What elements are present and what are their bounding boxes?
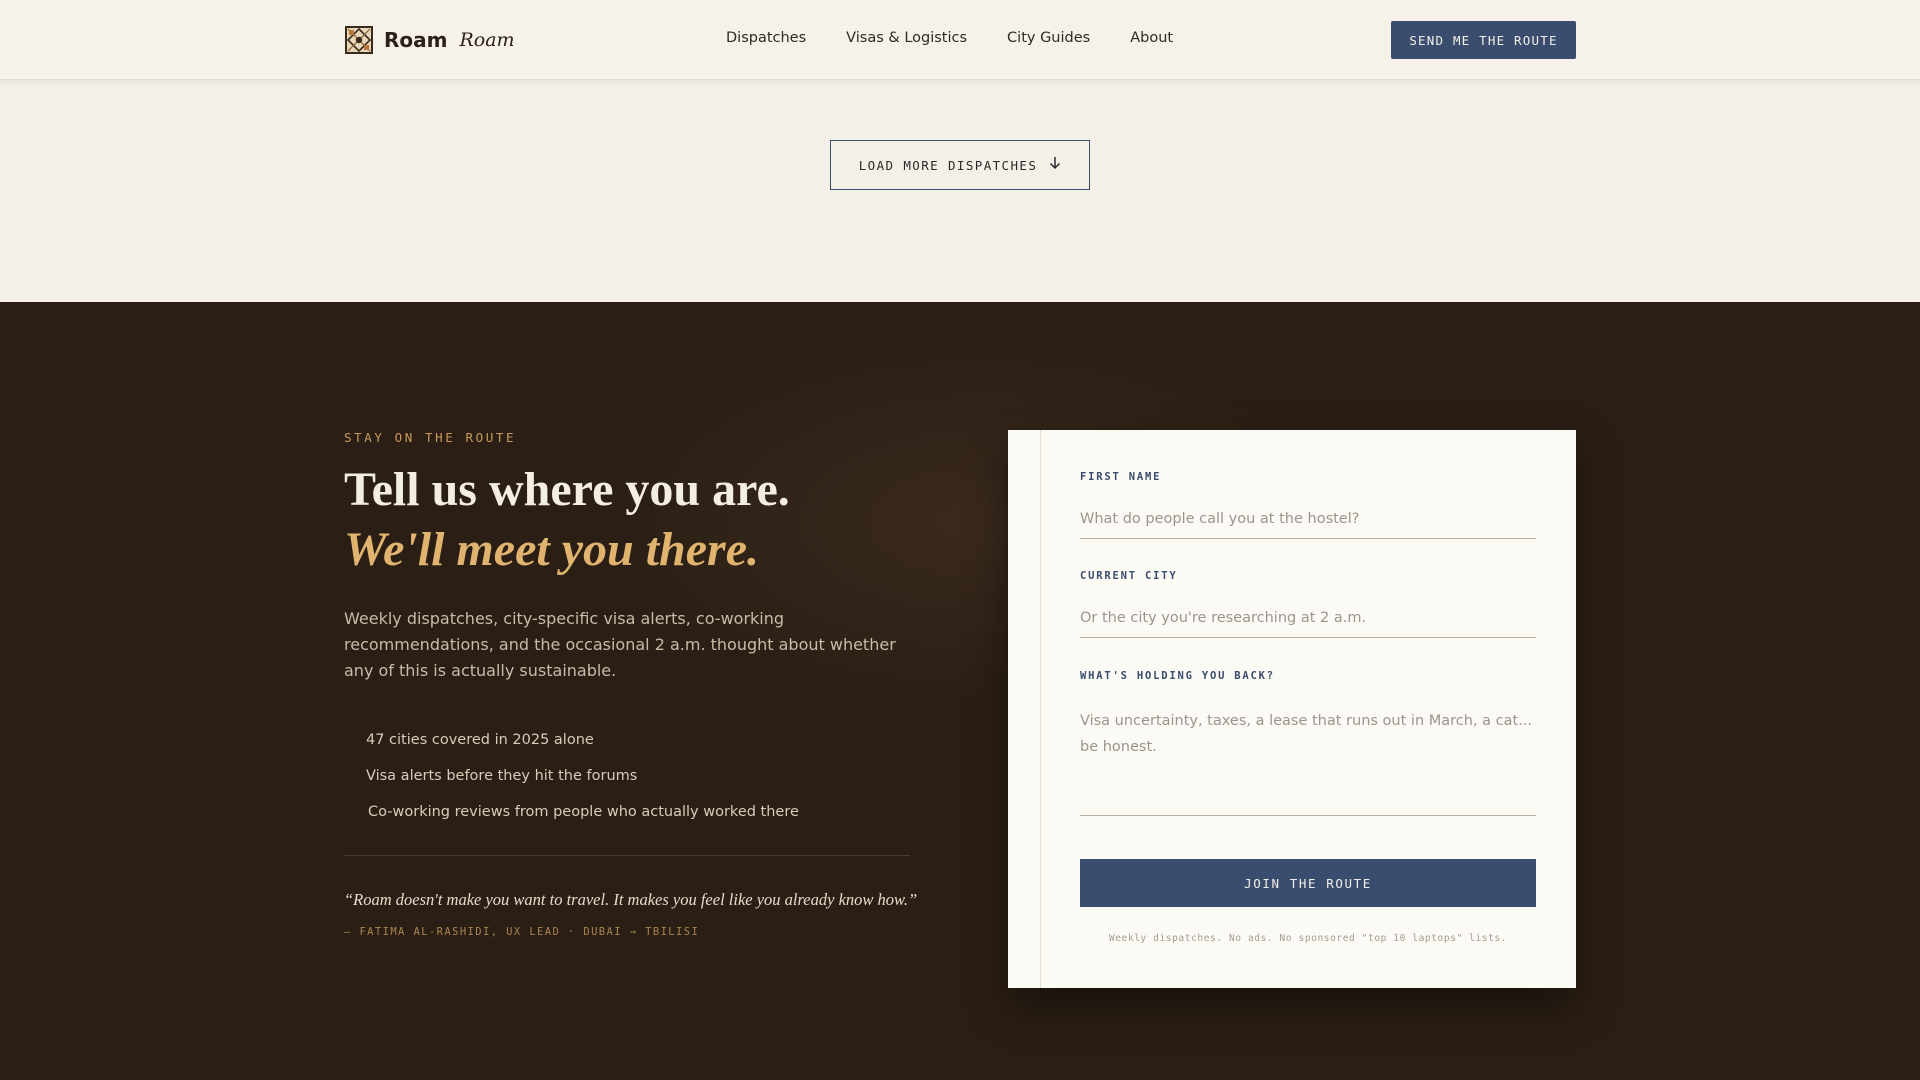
signup-section: STAY ON THE ROUTE Tell us where you are.… bbox=[0, 302, 1920, 1080]
first-name-label: FIRST NAME bbox=[1080, 471, 1162, 483]
nav-link-about[interactable]: About bbox=[1130, 30, 1173, 46]
brand[interactable]: Roam Roam bbox=[345, 26, 515, 54]
nav-link-dispatches[interactable]: Dispatches bbox=[726, 30, 806, 46]
load-more-label: LOAD MORE DISPATCHES bbox=[858, 157, 1038, 173]
headline-accent: We'll meet you there. bbox=[344, 523, 760, 576]
main-nav: Dispatches Visas & Logistics City Guides… bbox=[726, 30, 1213, 46]
send-me-the-route-button[interactable]: SEND ME THE ROUTE bbox=[1391, 21, 1576, 59]
holding-back-textarea[interactable] bbox=[1080, 698, 1536, 816]
benefit-list: 47 cities covered in 2025 alone Visa ale… bbox=[366, 722, 799, 830]
benefit-item: 47 cities covered in 2025 alone bbox=[366, 722, 799, 758]
current-city-input[interactable] bbox=[1080, 598, 1536, 638]
benefit-item: Visa alerts before they hit the forums bbox=[366, 758, 799, 794]
brand-tagline: Roam bbox=[459, 29, 515, 51]
headline-primary: Tell us where you are. bbox=[344, 463, 790, 516]
benefit-text: Co-working reviews from people who actua… bbox=[368, 804, 799, 820]
nav-link-visas-logistics[interactable]: Visas & Logistics bbox=[846, 30, 967, 46]
benefit-item: Co-working reviews from people who actua… bbox=[366, 794, 799, 830]
signup-form: FIRST NAME CURRENT CITY WHAT'S HOLDING Y… bbox=[1008, 430, 1576, 988]
section-divider bbox=[344, 855, 910, 856]
nav-link-city-guides[interactable]: City Guides bbox=[1007, 30, 1090, 46]
current-city-label: CURRENT CITY bbox=[1080, 570, 1178, 582]
brand-name: Roam bbox=[384, 28, 448, 52]
join-the-route-button[interactable]: JOIN THE ROUTE bbox=[1080, 859, 1536, 907]
site-header: Roam Roam Dispatches Visas & Logistics C… bbox=[0, 0, 1920, 80]
holding-back-label: WHAT'S HOLDING YOU BACK? bbox=[1080, 670, 1275, 682]
benefit-text: 47 cities covered in 2025 alone bbox=[366, 732, 594, 748]
section-eyebrow: STAY ON THE ROUTE bbox=[344, 430, 517, 445]
section-description: Weekly dispatches, city-specific visa al… bbox=[344, 609, 896, 680]
load-more-dispatches-button[interactable]: LOAD MORE DISPATCHES bbox=[830, 140, 1090, 190]
arrow-down-icon bbox=[1049, 156, 1061, 174]
first-name-input[interactable] bbox=[1080, 499, 1536, 539]
testimonial-attribution: — FATIMA AL-RASHIDI, UX LEAD · DUBAI → T… bbox=[344, 926, 700, 938]
benefit-text: Visa alerts before they hit the forums bbox=[366, 768, 638, 784]
brand-logo-icon bbox=[345, 26, 373, 54]
form-fine-print: Weekly dispatches. No ads. No sponsored … bbox=[1108, 933, 1508, 944]
testimonial-quote: “Roam doesn't make you want to travel. I… bbox=[344, 890, 918, 909]
card-margin-rule bbox=[1040, 430, 1041, 988]
